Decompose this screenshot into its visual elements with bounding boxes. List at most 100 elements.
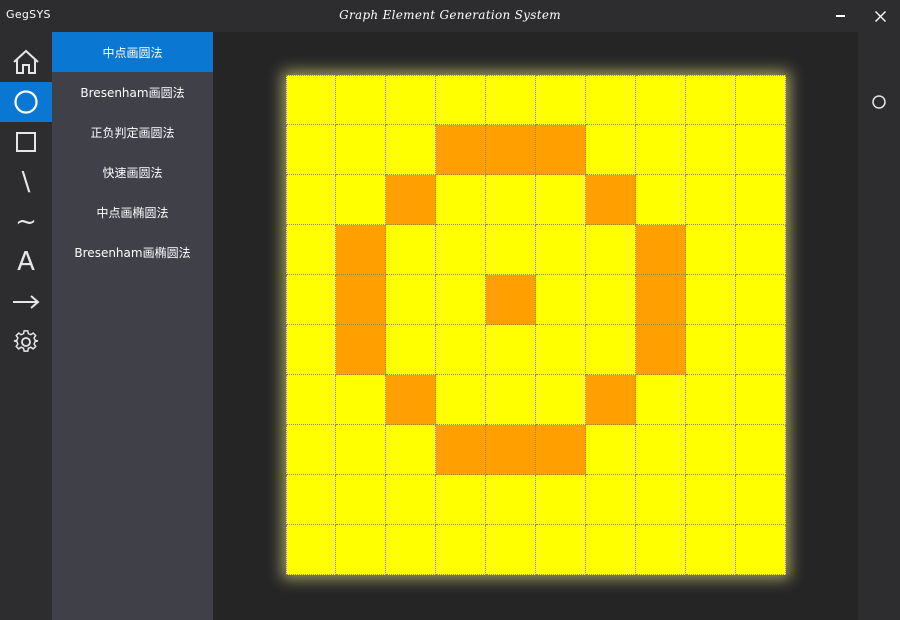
grid-cell-filled[interactable]: [486, 125, 536, 175]
grid-cell[interactable]: [686, 425, 736, 475]
grid-cell[interactable]: [286, 325, 336, 375]
minimize-button[interactable]: [820, 0, 860, 32]
grid-cell[interactable]: [636, 375, 686, 425]
grid-cell[interactable]: [336, 525, 386, 575]
grid-cell[interactable]: [736, 275, 786, 325]
grid-cell[interactable]: [636, 475, 686, 525]
grid-cell[interactable]: [686, 375, 736, 425]
grid-cell[interactable]: [286, 75, 336, 125]
grid-cell[interactable]: [386, 325, 436, 375]
grid-cell-filled[interactable]: [586, 375, 636, 425]
grid-cell-filled[interactable]: [636, 325, 686, 375]
grid-cell[interactable]: [286, 175, 336, 225]
grid-cell[interactable]: [386, 475, 436, 525]
grid-cell[interactable]: [286, 475, 336, 525]
menu-item-midpoint-ellipse[interactable]: 中点画椭圆法: [52, 192, 213, 232]
grid-cell[interactable]: [436, 475, 486, 525]
grid-cell-filled[interactable]: [336, 225, 386, 275]
grid-cell[interactable]: [686, 275, 736, 325]
close-button[interactable]: [860, 0, 900, 32]
grid-cell[interactable]: [436, 75, 486, 125]
menu-item-midpoint-circle[interactable]: 中点画圆法: [52, 32, 213, 72]
grid-cell[interactable]: [486, 325, 536, 375]
grid-cell[interactable]: [736, 475, 786, 525]
grid-cell[interactable]: [586, 275, 636, 325]
grid-cell-filled[interactable]: [336, 275, 386, 325]
grid-cell[interactable]: [586, 525, 636, 575]
grid-cell[interactable]: [486, 525, 536, 575]
grid-cell[interactable]: [536, 225, 586, 275]
grid-cell[interactable]: [386, 525, 436, 575]
grid-cell[interactable]: [686, 325, 736, 375]
grid-cell[interactable]: [586, 125, 636, 175]
grid-cell[interactable]: [436, 175, 486, 225]
circle-tool-button[interactable]: [0, 82, 52, 122]
grid-cell-filled[interactable]: [636, 225, 686, 275]
grid-cell[interactable]: [586, 75, 636, 125]
grid-cell[interactable]: [736, 125, 786, 175]
grid-cell[interactable]: [636, 75, 686, 125]
grid-cell[interactable]: [336, 125, 386, 175]
grid-cell[interactable]: [736, 75, 786, 125]
grid-cell[interactable]: [336, 475, 386, 525]
arrow-tool-button[interactable]: [0, 282, 52, 322]
grid-cell[interactable]: [736, 325, 786, 375]
grid-cell[interactable]: [486, 375, 536, 425]
grid-cell-filled[interactable]: [386, 175, 436, 225]
grid-cell[interactable]: [336, 75, 386, 125]
grid-cell[interactable]: [286, 125, 336, 175]
grid-cell[interactable]: [586, 225, 636, 275]
grid-cell[interactable]: [436, 375, 486, 425]
grid-cell[interactable]: [686, 125, 736, 175]
grid-cell-filled[interactable]: [386, 375, 436, 425]
grid-cell[interactable]: [286, 225, 336, 275]
grid-cell[interactable]: [386, 225, 436, 275]
grid-cell[interactable]: [286, 525, 336, 575]
grid-cell[interactable]: [736, 225, 786, 275]
grid-cell[interactable]: [486, 75, 536, 125]
grid-cell[interactable]: [436, 225, 486, 275]
grid-cell[interactable]: [636, 525, 686, 575]
grid-cell[interactable]: [486, 175, 536, 225]
menu-item-fast-circle[interactable]: 快速画圆法: [52, 152, 213, 192]
line-tool-button[interactable]: \: [0, 162, 52, 202]
home-button[interactable]: [0, 42, 52, 82]
grid-cell[interactable]: [486, 225, 536, 275]
grid-cell[interactable]: [436, 325, 486, 375]
grid-cell[interactable]: [636, 425, 686, 475]
pixel-grid[interactable]: [286, 75, 786, 575]
grid-cell[interactable]: [436, 525, 486, 575]
grid-cell[interactable]: [686, 225, 736, 275]
grid-cell[interactable]: [536, 75, 586, 125]
grid-cell[interactable]: [336, 175, 386, 225]
grid-cell-filled[interactable]: [336, 325, 386, 375]
grid-cell[interactable]: [686, 525, 736, 575]
grid-cell[interactable]: [286, 425, 336, 475]
grid-cell[interactable]: [736, 525, 786, 575]
grid-cell[interactable]: [736, 425, 786, 475]
preview-shape-button[interactable]: [858, 82, 900, 122]
grid-cell[interactable]: [536, 375, 586, 425]
grid-cell-filled[interactable]: [586, 175, 636, 225]
grid-cell[interactable]: [536, 175, 586, 225]
grid-cell[interactable]: [486, 475, 536, 525]
grid-cell[interactable]: [286, 375, 336, 425]
grid-cell[interactable]: [436, 275, 486, 325]
menu-item-sign-test-circle[interactable]: 正负判定画圆法: [52, 112, 213, 152]
grid-cell-filled[interactable]: [636, 275, 686, 325]
menu-item-bresenham-circle[interactable]: Bresenham画圆法: [52, 72, 213, 112]
curve-tool-button[interactable]: ~: [0, 202, 52, 242]
grid-cell-filled[interactable]: [436, 125, 486, 175]
settings-button[interactable]: [0, 322, 52, 362]
grid-cell-filled[interactable]: [486, 425, 536, 475]
grid-cell[interactable]: [536, 325, 586, 375]
grid-cell[interactable]: [736, 175, 786, 225]
grid-cell[interactable]: [636, 125, 686, 175]
grid-cell[interactable]: [386, 125, 436, 175]
grid-cell[interactable]: [686, 75, 736, 125]
grid-cell[interactable]: [736, 375, 786, 425]
grid-cell[interactable]: [386, 75, 436, 125]
grid-cell[interactable]: [586, 325, 636, 375]
grid-cell-filled[interactable]: [486, 275, 536, 325]
grid-cell[interactable]: [586, 475, 636, 525]
